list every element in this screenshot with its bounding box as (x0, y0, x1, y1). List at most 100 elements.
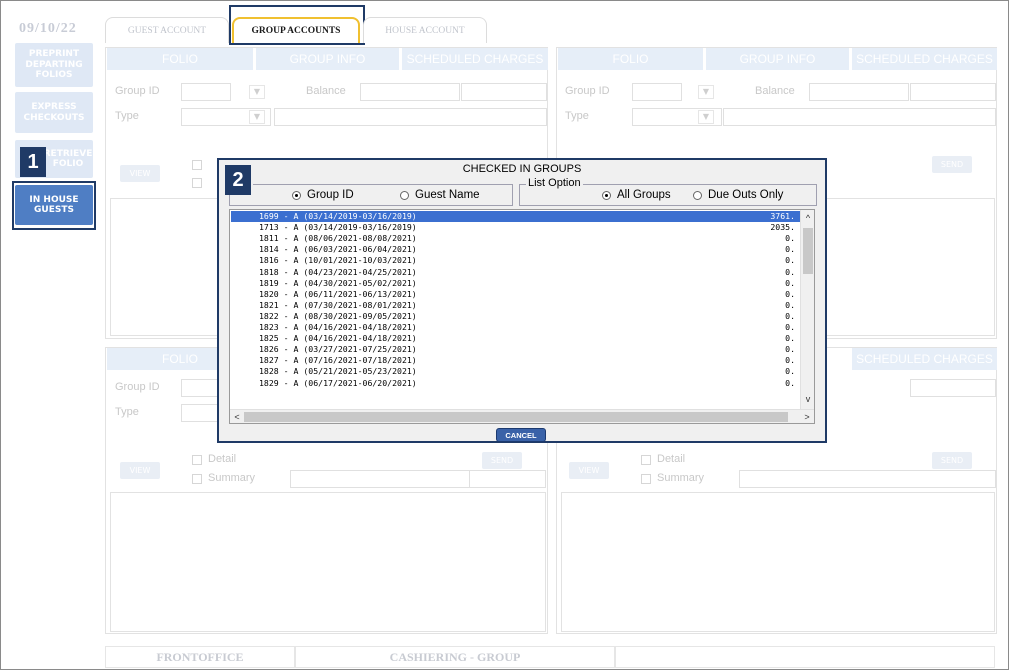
tab-folio[interactable]: FOLIO (558, 48, 703, 70)
group-row-balance: 0. (785, 355, 795, 366)
summary-checkbox[interactable] (192, 474, 202, 484)
group-list-row[interactable]: 1826 - A (03/27/2021-07/25/2021) 0. (231, 344, 801, 355)
chevron-down-icon[interactable]: ▼ (249, 110, 265, 124)
app-window: 09/10/22 PREPRINT DEPARTING FOLIOS EXPRE… (0, 0, 1009, 670)
send-button[interactable]: SEND (932, 156, 972, 173)
group-row-balance: 0. (785, 366, 795, 377)
group-list-row[interactable]: 1829 - A (06/17/2021-06/20/2021) 0. (231, 378, 801, 389)
scrollbar-thumb[interactable] (803, 228, 813, 274)
summary-field (290, 470, 470, 488)
tab-group-info[interactable]: GROUP INFO (256, 48, 399, 70)
scroll-down-icon[interactable]: v (801, 393, 814, 405)
radio-selected-icon (602, 190, 611, 200)
group-list-row[interactable]: 1699 - A (03/14/2019-03/16/2019) 3761. (231, 211, 801, 222)
group-row-text: 1829 - A (06/17/2021-06/20/2021) (259, 377, 417, 388)
view-button[interactable]: VIEW (569, 462, 609, 479)
chevron-down-icon[interactable]: ▼ (249, 85, 265, 99)
group-list-row[interactable]: 1820 - A (06/11/2021-06/13/2021) 0. (231, 289, 801, 300)
vertical-scrollbar[interactable]: ^ v (800, 210, 814, 410)
balance-extra-field (910, 83, 996, 101)
group-row-text: 1819 - A (04/30/2021-05/02/2021) (259, 277, 417, 288)
group-list-row[interactable]: 1819 - A (04/30/2021-05/02/2021) 0. (231, 278, 801, 289)
scrollbar-thumb[interactable] (244, 412, 788, 422)
current-date: 09/10/22 (19, 21, 77, 36)
dialog-title: CHECKED IN GROUPS (462, 163, 582, 175)
view-button[interactable]: VIEW (120, 462, 160, 479)
group-list-row[interactable]: 1823 - A (04/16/2021-04/18/2021) 0. (231, 322, 801, 333)
preprint-departing-folios-button[interactable]: PREPRINT DEPARTING FOLIOS (15, 43, 93, 87)
group-row-balance: 2035. (770, 222, 795, 233)
chevron-down-icon[interactable]: ▼ (698, 110, 714, 124)
tab-scheduled-charges[interactable]: SCHEDULED CHARGES (852, 348, 997, 370)
type-label: Type (115, 110, 139, 122)
detail-checkbox[interactable] (641, 455, 651, 465)
due-outs-only-radio[interactable]: Due Outs Only (693, 189, 783, 201)
group-list-row[interactable]: 1821 - A (07/30/2021-08/01/2021) 0. (231, 300, 801, 311)
scroll-up-icon[interactable]: ^ (801, 212, 814, 224)
balance-extra-field (910, 379, 996, 397)
group-list-row[interactable]: 1828 - A (05/21/2021-05/23/2021) 0. (231, 366, 801, 377)
horizontal-scrollbar[interactable]: < > (230, 409, 814, 423)
tab-house-account[interactable]: HOUSE ACCOUNT (363, 17, 487, 43)
scroll-right-icon[interactable]: > (800, 410, 814, 423)
group-list-row[interactable]: 1713 - A (03/14/2019-03/16/2019) 2035. (231, 222, 801, 233)
by-guest-name-radio[interactable]: Guest Name (400, 189, 480, 201)
module-label: FRONTOFFICE (105, 646, 295, 668)
type-label: Type (115, 406, 139, 418)
cancel-button[interactable]: CANCEL (496, 428, 546, 442)
radio-label: All Groups (617, 189, 671, 201)
summary-checkbox[interactable] (192, 178, 202, 188)
group-list-row[interactable]: 1811 - A (08/06/2021-08/08/2021) 0. (231, 233, 801, 244)
tab-guest-account[interactable]: GUEST ACCOUNT (105, 17, 229, 43)
group-list-row[interactable]: 1816 - A (10/01/2021-10/03/2021) 0. (231, 255, 801, 266)
scroll-left-icon[interactable]: < (230, 410, 244, 423)
radio-label: Group ID (307, 189, 354, 201)
balance-label: Balance (306, 85, 346, 97)
group-row-balance: 0. (785, 255, 795, 266)
detail-label: Detail (208, 453, 237, 465)
group-row-text: 1820 - A (06/11/2021-06/13/2021) (259, 288, 417, 299)
group-id-label: Group ID (115, 381, 160, 393)
type-description-field (723, 108, 996, 126)
tab-group-info[interactable]: GROUP INFO (706, 48, 849, 70)
send-button[interactable]: SEND (932, 452, 972, 469)
group-id-select[interactable] (632, 83, 682, 101)
summary-checkbox[interactable] (641, 474, 651, 484)
group-row-balance: 0. (785, 266, 795, 277)
radio-selected-icon (292, 190, 301, 200)
tab-scheduled-charges[interactable]: SCHEDULED CHARGES (852, 48, 997, 70)
tab-scheduled-charges[interactable]: SCHEDULED CHARGES (402, 48, 548, 70)
group-row-balance: 0. (785, 333, 795, 344)
group-row-balance: 0. (785, 244, 795, 255)
group-list-row[interactable]: 1818 - A (04/23/2021-04/25/2021) 0. (231, 267, 801, 278)
radio-label: Guest Name (415, 189, 480, 201)
tab-folio[interactable]: FOLIO (107, 48, 253, 70)
group-row-balance: 0. (785, 310, 795, 321)
folio-list[interactable] (561, 492, 995, 632)
chevron-down-icon[interactable]: ▼ (698, 85, 714, 99)
group-row-text: 1811 - A (08/06/2021-08/08/2021) (259, 233, 417, 244)
view-button[interactable]: VIEW (120, 165, 160, 182)
group-list-row[interactable]: 1827 - A (07/16/2021-07/18/2021) 0. (231, 355, 801, 366)
by-group-id-radio[interactable]: Group ID (292, 189, 354, 201)
group-row-text: 1713 - A (03/14/2019-03/16/2019) (259, 222, 417, 233)
folio-list[interactable] (110, 492, 546, 632)
group-row-text: 1821 - A (07/30/2021-08/01/2021) (259, 299, 417, 310)
detail-checkbox[interactable] (192, 160, 202, 170)
send-button[interactable]: SEND (482, 452, 522, 469)
group-list-row[interactable]: 1822 - A (08/30/2021-09/05/2021) 0. (231, 311, 801, 322)
groups-list[interactable]: 1699 - A (03/14/2019-03/16/2019) 3761. 171… (229, 209, 815, 424)
all-groups-radio[interactable]: All Groups (602, 189, 671, 201)
express-checkouts-button[interactable]: EXPRESS CHECKOUTS (15, 92, 93, 133)
group-id-label: Group ID (565, 85, 610, 97)
group-id-select[interactable] (181, 83, 231, 101)
group-row-text: 1825 - A (04/16/2021-04/18/2021) (259, 333, 417, 344)
group-list-row[interactable]: 1814 - A (06/03/2021-06/04/2021) 0. (231, 244, 801, 255)
detail-checkbox[interactable] (192, 455, 202, 465)
group-list-row[interactable]: 1825 - A (04/16/2021-04/18/2021) 0. (231, 333, 801, 344)
balance-extra-field (461, 83, 547, 101)
group-row-text: 1699 - A (03/14/2019-03/16/2019) (259, 211, 417, 221)
group-row-text: 1823 - A (04/16/2021-04/18/2021) (259, 322, 417, 332)
balance-label: Balance (755, 85, 795, 97)
search-by-group: By Group ID Guest Name (229, 177, 513, 206)
